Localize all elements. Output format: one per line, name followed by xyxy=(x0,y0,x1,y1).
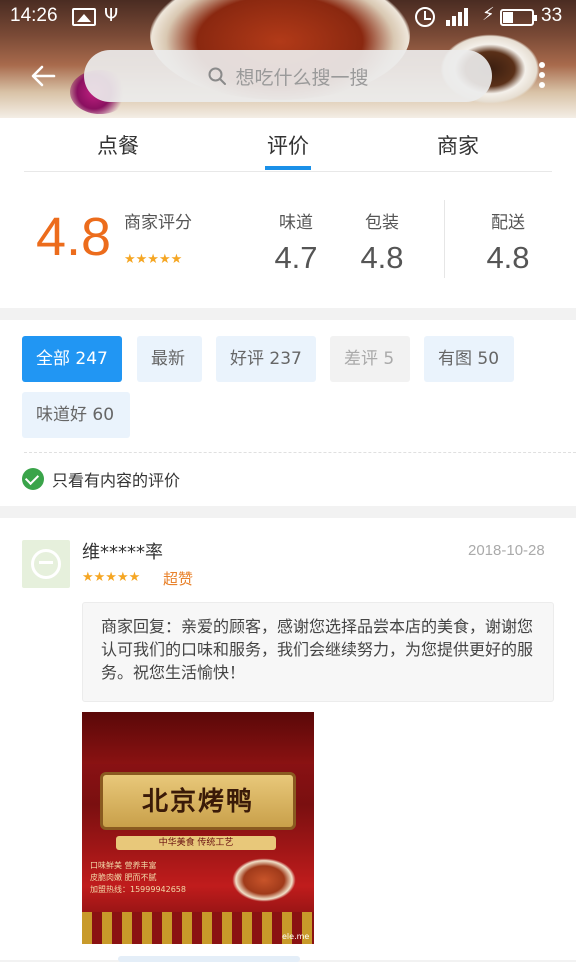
merchant-reply: 商家回复：亲爱的顾客，感谢您选择品尝本店的美食，谢谢您认可我们的口味和服务，我们… xyxy=(82,602,554,702)
usb-icon: Ψ xyxy=(104,5,119,26)
review-item: 维*****率 2018-10-28 ★★★★★ 超赞 商家回复：亲爱的顾客，感… xyxy=(0,518,576,962)
filter-negative[interactable]: 差评 5 xyxy=(330,336,410,382)
overall-score: 4.8 xyxy=(36,207,112,267)
status-time: 14:26 xyxy=(10,5,58,26)
back-arrow-icon xyxy=(31,65,56,87)
review-rating-tag: 超赞 xyxy=(163,570,194,588)
taste-score: 4.7 xyxy=(274,240,318,275)
tab-order[interactable]: 点餐 xyxy=(58,130,178,160)
alarm-icon xyxy=(415,7,435,27)
filter-with-photos[interactable]: 有图 50 xyxy=(424,336,514,382)
tab-bar: 点餐 评价 商家 xyxy=(0,118,576,172)
photo-subtitle: 中华美食 传统工艺 xyxy=(116,836,276,850)
review-stars: ★★★★★ xyxy=(82,570,141,585)
photo-watermark: ele.me xyxy=(282,932,310,941)
photo-top-band xyxy=(82,712,314,764)
next-element-partial xyxy=(118,956,300,962)
charging-icon: ⚡ xyxy=(482,4,495,25)
avatar xyxy=(22,540,70,588)
review-photo[interactable]: 北京烤鸭 中华美食 传统工艺 口味鲜美 营养丰富 皮脆肉嫩 肥而不腻 加盟热线：… xyxy=(82,712,314,944)
rating-divider xyxy=(444,200,445,278)
review-date: 2018-10-28 xyxy=(468,542,545,559)
active-tab-indicator xyxy=(265,166,311,170)
rating-summary: 4.8 商家评分 ★★★★★ 味道 4.7 包装 4.8 配送 4.8 xyxy=(0,172,576,308)
check-circle-icon xyxy=(22,468,44,490)
review-filters: 全部 247 最新 好评 237 差评 5 有图 50 味道好 60 只看有内容… xyxy=(0,320,576,506)
delivery-label: 配送 xyxy=(491,213,525,233)
delivery-score: 4.8 xyxy=(486,240,530,275)
more-menu-button[interactable] xyxy=(532,60,552,90)
tab-merchant[interactable]: 商家 xyxy=(398,130,518,160)
search-icon xyxy=(208,67,227,85)
overall-stars: ★★★★★ xyxy=(124,252,183,267)
photo-scroll-banner: 北京烤鸭 xyxy=(100,772,296,830)
battery-icon xyxy=(500,9,537,26)
search-placeholder: 想吃什么搜一搜 xyxy=(235,66,369,89)
back-button[interactable] xyxy=(28,60,60,92)
tab-reviews[interactable]: 评价 xyxy=(228,130,348,160)
reviewer-name: 维*****率 xyxy=(82,542,163,563)
filter-tasty[interactable]: 味道好 60 xyxy=(22,392,130,438)
duck-dish-image xyxy=(232,858,296,902)
packaging-label: 包装 xyxy=(365,213,399,233)
filter-latest[interactable]: 最新 xyxy=(137,336,202,382)
shop-header-banner: 14:26 Ψ ⚡ 33 想吃什么搜一搜 xyxy=(0,0,576,118)
packaging-score: 4.8 xyxy=(360,240,404,275)
taste-label: 味道 xyxy=(279,213,313,233)
photo-pattern-border xyxy=(82,912,314,944)
filter-all[interactable]: 全部 247 xyxy=(22,336,122,382)
signal-icon xyxy=(446,8,472,26)
only-content-toggle[interactable]: 只看有内容的评价 xyxy=(22,467,180,491)
score-label: 商家评分 xyxy=(124,213,192,233)
status-bar: 14:26 Ψ ⚡ 33 xyxy=(0,0,576,34)
photo-text-lines: 口味鲜美 营养丰富 皮脆肉嫩 肥而不腻 加盟热线：15999942658 xyxy=(90,860,186,896)
photo-title: 北京烤鸭 xyxy=(141,787,254,817)
battery-percent: 33 xyxy=(541,5,563,26)
image-notification-icon xyxy=(72,8,96,26)
filter-divider xyxy=(24,452,576,453)
photo-line: 口味鲜美 营养丰富 xyxy=(90,861,157,870)
only-content-label: 只看有内容的评价 xyxy=(52,471,181,490)
search-bar[interactable]: 想吃什么搜一搜 xyxy=(84,50,492,102)
photo-line: 加盟热线：15999942658 xyxy=(90,885,186,894)
filter-positive[interactable]: 好评 237 xyxy=(216,336,316,382)
eleme-logo-icon xyxy=(31,549,61,579)
photo-line: 皮脆肉嫩 肥而不腻 xyxy=(90,873,157,882)
